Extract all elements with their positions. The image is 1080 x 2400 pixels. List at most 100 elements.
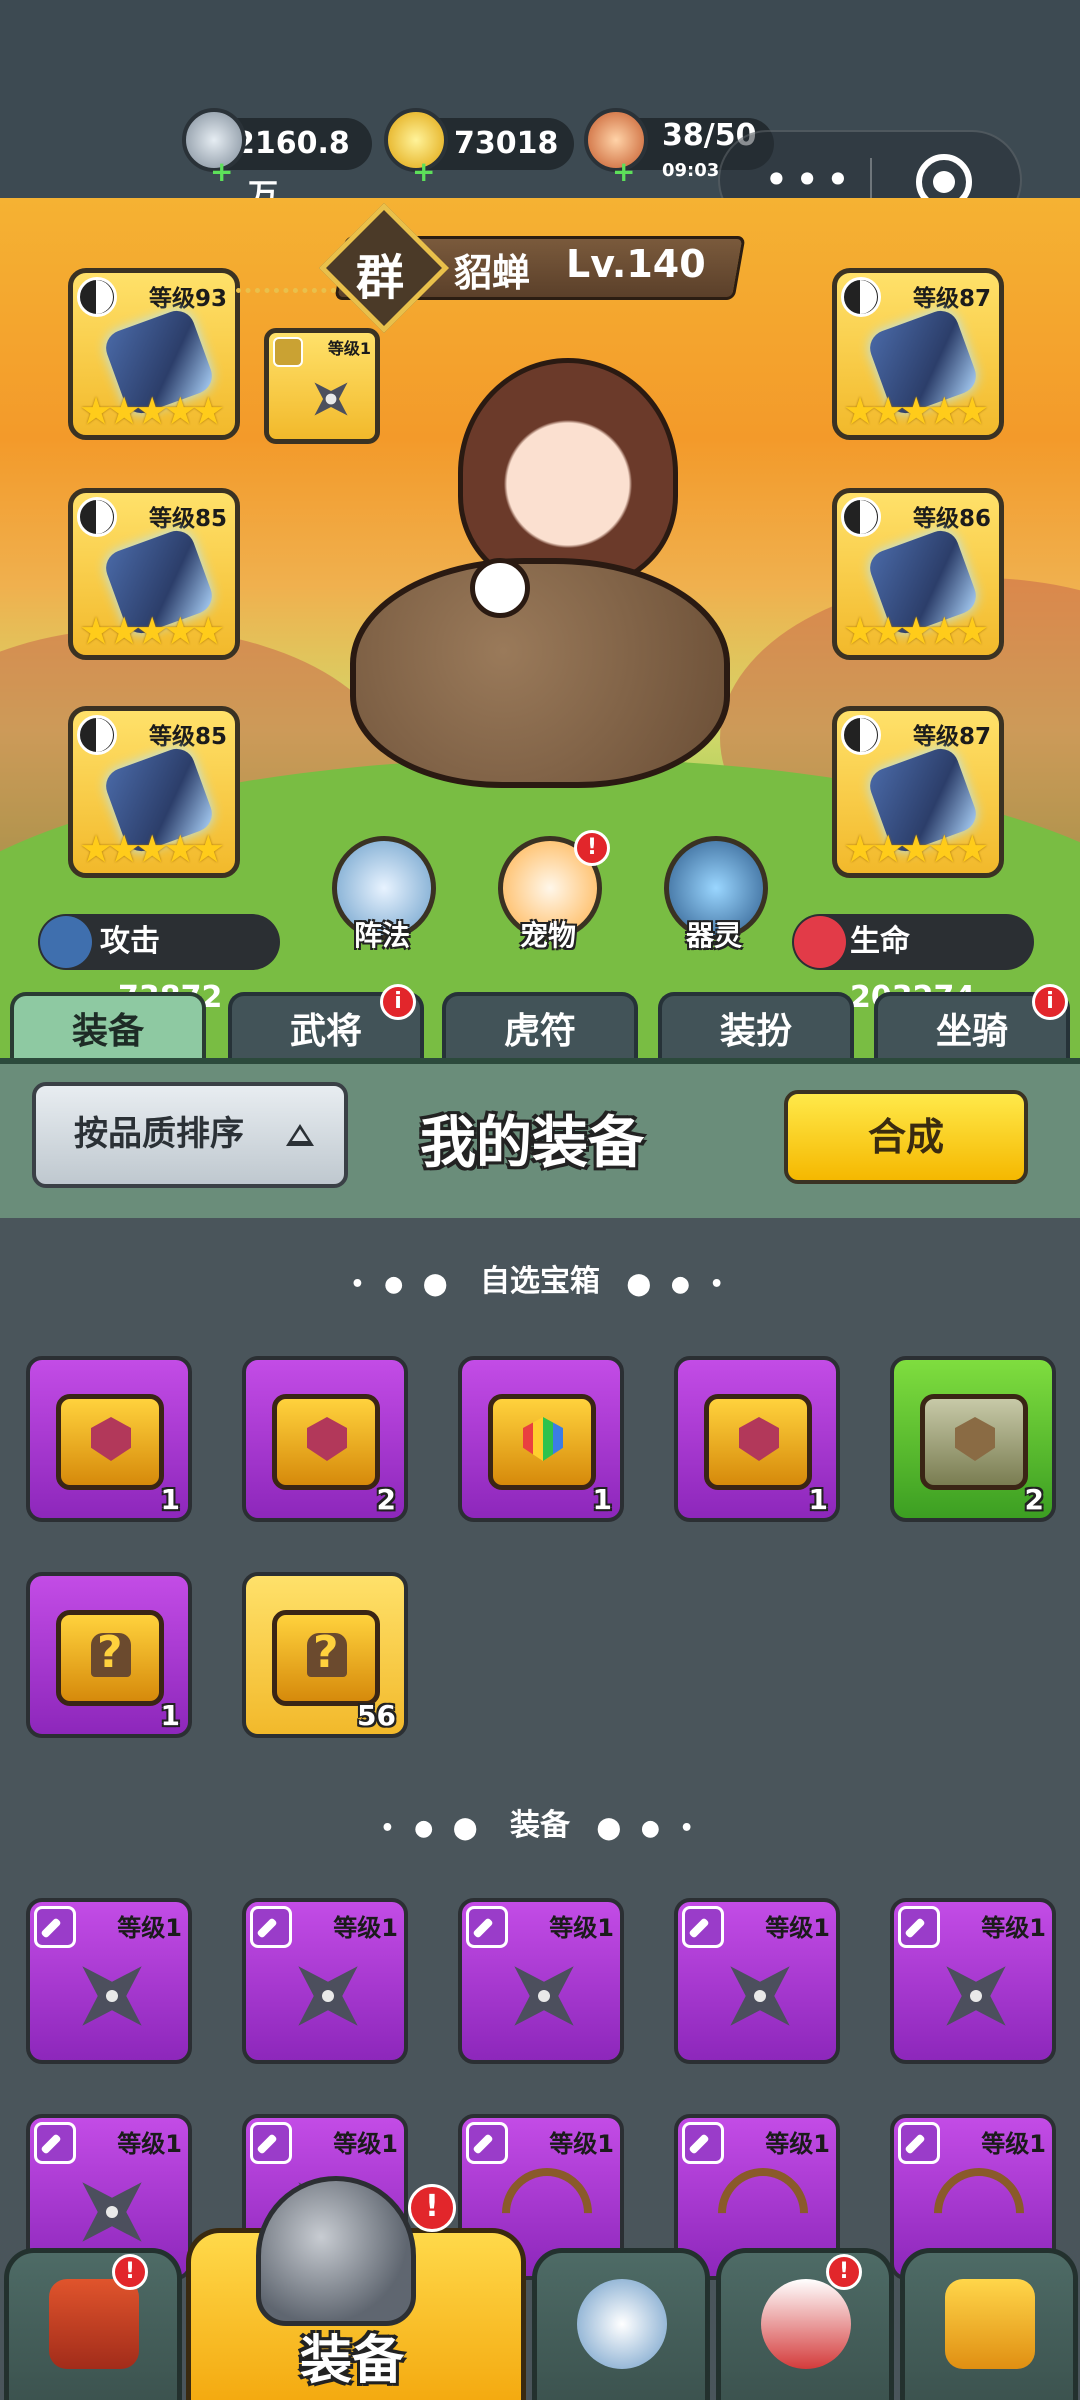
yinyang-icon — [77, 277, 117, 317]
sword-icon — [40, 916, 92, 968]
treasure-chest-icon — [272, 1394, 380, 1490]
slot-level: 等级85 — [148, 506, 227, 532]
equipment-item[interactable]: 等级1 — [242, 1898, 408, 2064]
equip-slot-weapon[interactable]: 等级93 ★★★★★ — [68, 268, 240, 440]
equip-slot-horse[interactable]: 等级87 ★★★★★ — [832, 268, 1004, 440]
item-level: 等级1 — [765, 1914, 830, 1942]
equip-slot-accessory[interactable]: 等级87 ★★★★★ — [832, 706, 1004, 878]
equipment-item[interactable]: 等级1 — [674, 1898, 840, 2064]
panel-title: 我的装备 — [420, 1111, 644, 1176]
slot-level: 等级87 — [912, 286, 991, 312]
chain-link — [236, 288, 336, 302]
shuriken-icon — [70, 1954, 150, 2034]
item-count: 2 — [376, 1483, 396, 1516]
stars-icon: ★★★★★ — [843, 827, 989, 871]
item-count: 1 — [592, 1483, 612, 1516]
chest-item[interactable]: 2 — [242, 1356, 408, 1522]
item-level: 等级1 — [333, 2130, 398, 2158]
hero-level: Lv.140 — [566, 242, 706, 286]
item-count: 56 — [357, 1699, 396, 1732]
chest-icon — [56, 1394, 164, 1490]
item-level: 等级1 — [549, 1914, 614, 1942]
chest-item[interactable]: 1 — [674, 1356, 840, 1522]
item-level: 等级1 — [765, 2130, 830, 2158]
nav-home-button[interactable] — [4, 2248, 182, 2400]
weapon-tag-icon — [250, 2122, 292, 2164]
slot-level: 等级85 — [148, 724, 227, 750]
shuriken-icon — [718, 1954, 798, 2034]
mount-alert-badge: i — [1032, 984, 1068, 1020]
hp-stat: 生命203274 — [792, 914, 1034, 1015]
dots-decoration: • ● ⬤ — [350, 1272, 454, 1297]
heart-icon — [794, 916, 846, 968]
nav-equipment-label: 装备 — [300, 2331, 405, 2391]
more-icon[interactable]: ••• — [764, 159, 856, 201]
slot-level: 等级93 — [148, 286, 227, 312]
equipment-item[interactable]: 等级1 — [26, 1898, 192, 2064]
rooster-icon — [761, 2279, 851, 2369]
linked-slot[interactable]: 等级1 — [264, 328, 380, 444]
helmet-icon — [256, 2176, 416, 2326]
equip-slot-helmet[interactable]: 等级85 ★★★★★ — [68, 706, 240, 878]
synthesize-button[interactable]: 合成 — [784, 1090, 1028, 1184]
shuriken-icon — [502, 1954, 582, 2034]
weapon-tag-icon — [466, 1906, 508, 1948]
rainbow-chest-icon — [488, 1394, 596, 1490]
silver-counter[interactable]: + 2160.8万 — [182, 108, 372, 213]
game-screen: { "resources": { "silver": "2160.8万", "g… — [0, 0, 1080, 2400]
chest-item[interactable]: 1 — [26, 1356, 192, 1522]
boar-mount — [350, 558, 730, 788]
weapon-tag-icon — [682, 1906, 724, 1948]
tab-outfit[interactable]: 装扮 — [658, 992, 854, 1068]
slot-level: 等级1 — [327, 339, 371, 358]
generals-alert-badge: i — [380, 984, 416, 1020]
gold-counter[interactable]: + 73018 — [384, 108, 574, 186]
nav-general-button[interactable] — [716, 2248, 894, 2400]
nav-upgrade-button[interactable] — [900, 2248, 1078, 2400]
chest-item[interactable]: 1 — [26, 1572, 192, 1738]
faction-label: 群 — [356, 250, 405, 306]
general-alert-badge: ! — [826, 2254, 862, 2290]
equipment-item[interactable]: 等级1 — [890, 1898, 1056, 2064]
stamina-plus-icon[interactable]: + — [612, 158, 635, 186]
boar-eye — [470, 558, 530, 618]
equip-section-title: 装备 — [510, 1808, 570, 1843]
item-level: 等级1 — [981, 2130, 1046, 2158]
shuriken-icon — [934, 1954, 1014, 2034]
chest-item[interactable]: 2 — [890, 1356, 1056, 1522]
weapon-tag-icon — [898, 2122, 940, 2164]
gold-plus-icon[interactable]: + — [412, 158, 435, 186]
stars-icon: ★★★★★ — [79, 609, 225, 653]
home-alert-badge: ! — [112, 2254, 148, 2290]
item-count: 1 — [808, 1483, 828, 1516]
tab-equipment[interactable]: 装备 — [10, 992, 206, 1068]
stars-icon: ★★★★★ — [843, 609, 989, 653]
equip-slot-boots[interactable]: 等级86 ★★★★★ — [832, 488, 1004, 660]
yinyang-icon — [841, 277, 881, 317]
mystery-chest-icon — [56, 1610, 164, 1706]
chest-item[interactable]: 56 — [242, 1572, 408, 1738]
shield-icon — [577, 2279, 667, 2369]
equipment-item[interactable]: 等级1 — [458, 1898, 624, 2064]
yinyang-icon — [841, 497, 881, 537]
silver-plus-icon[interactable]: + — [210, 158, 233, 186]
weapon-tag-icon — [898, 1906, 940, 1948]
gold-amount: 73018 — [454, 126, 559, 161]
sort-arrow-icon — [286, 1124, 314, 1146]
equip-slot-armor[interactable]: 等级85 ★★★★★ — [68, 488, 240, 660]
chest-item[interactable]: 1 — [458, 1356, 624, 1522]
equip-section-header: • ● ⬤ 装备 ⬤ ● • — [0, 1800, 1080, 1844]
yinyang-icon — [841, 715, 881, 755]
item-count: 1 — [160, 1483, 180, 1516]
stars-icon: ★★★★★ — [843, 389, 989, 433]
item-count: 2 — [1024, 1483, 1044, 1516]
dots-decoration: ⬤ ● • — [596, 1816, 700, 1841]
tab-tiger-tally[interactable]: 虎符 — [442, 992, 638, 1068]
pet-alert-badge: ! — [574, 830, 610, 866]
weapon-tag-icon — [682, 2122, 724, 2164]
nav-battle-button[interactable] — [532, 2248, 710, 2400]
dots-decoration: ⬤ ● • — [626, 1272, 730, 1297]
item-level: 等级1 — [117, 1914, 182, 1942]
hero-portrait[interactable] — [458, 358, 678, 588]
item-level: 等级1 — [117, 2130, 182, 2158]
